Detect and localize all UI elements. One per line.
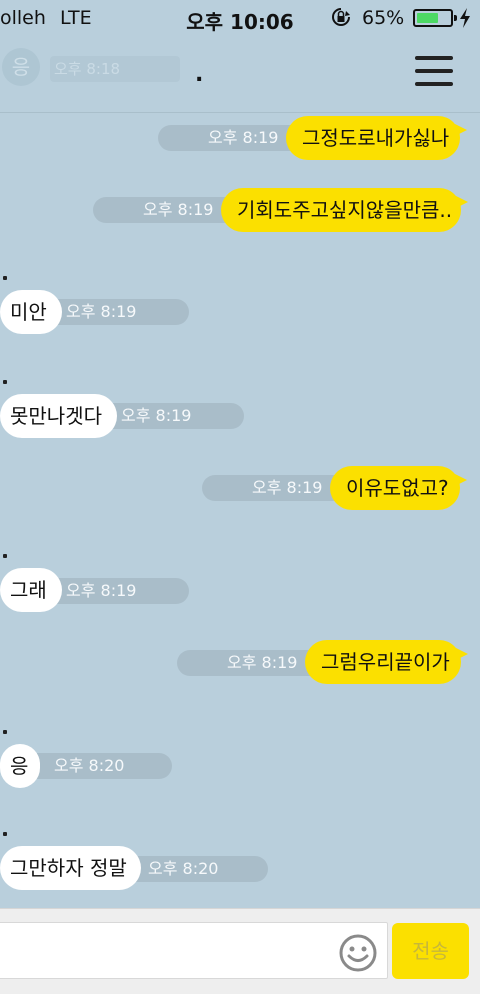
their-message-bubble[interactable]: 그만하자 정말 <box>0 846 141 890</box>
their-message-bubble[interactable]: 못만나겟다 <box>0 394 117 438</box>
message-time: 오후 8:19 <box>95 403 244 429</box>
ghost-preview: 오후 8:18 <box>50 56 180 82</box>
input-bar: 전송 <box>0 908 480 994</box>
message-input[interactable] <box>0 922 388 979</box>
my-message-bubble[interactable]: 기회도주고싶지않을만큼.. <box>221 188 468 232</box>
my-message-bubble[interactable]: 이유도없고? <box>330 466 467 510</box>
their-message-bubble[interactable]: 미안 <box>0 290 62 334</box>
sender-name-dot <box>3 380 7 384</box>
clock: 오후 10:06 <box>186 10 294 34</box>
battery-nub <box>454 15 457 21</box>
chat-header: 응 오후 8:18 . <box>0 36 480 113</box>
sender-name-dot <box>3 832 7 836</box>
hamburger-menu-icon[interactable] <box>415 56 453 88</box>
my-message-bubble[interactable]: 그럼우리끝이가 <box>305 640 468 684</box>
sender-name-dot <box>3 554 7 558</box>
their-message-bubble[interactable]: 응 <box>0 744 40 788</box>
their-message-bubble[interactable]: 그래 <box>0 568 62 612</box>
chat-title-text: . <box>195 62 204 87</box>
battery-fill <box>417 13 438 23</box>
smiley-emoticon-icon[interactable] <box>338 933 378 973</box>
message-time: 오후 8:19 <box>40 299 189 325</box>
message-time: 오후 8:19 <box>40 578 189 604</box>
battery-percent: 65% <box>362 7 405 29</box>
status-bar: olleh LTE 오후 10:06 65% <box>0 0 480 36</box>
rotation-lock-icon <box>332 8 350 26</box>
ghost-avatar: 응 <box>2 48 40 86</box>
charging-bolt-icon <box>460 8 470 28</box>
sender-name-dot <box>3 730 7 734</box>
message-time: 오후 8:20 <box>20 753 172 779</box>
battery-icon <box>413 9 457 27</box>
my-message-bubble[interactable]: 그정도로내가싫나 <box>286 116 467 160</box>
send-button[interactable]: 전송 <box>392 923 469 979</box>
sender-name-dot <box>3 276 7 280</box>
message-time: 오후 8:20 <box>120 856 268 882</box>
